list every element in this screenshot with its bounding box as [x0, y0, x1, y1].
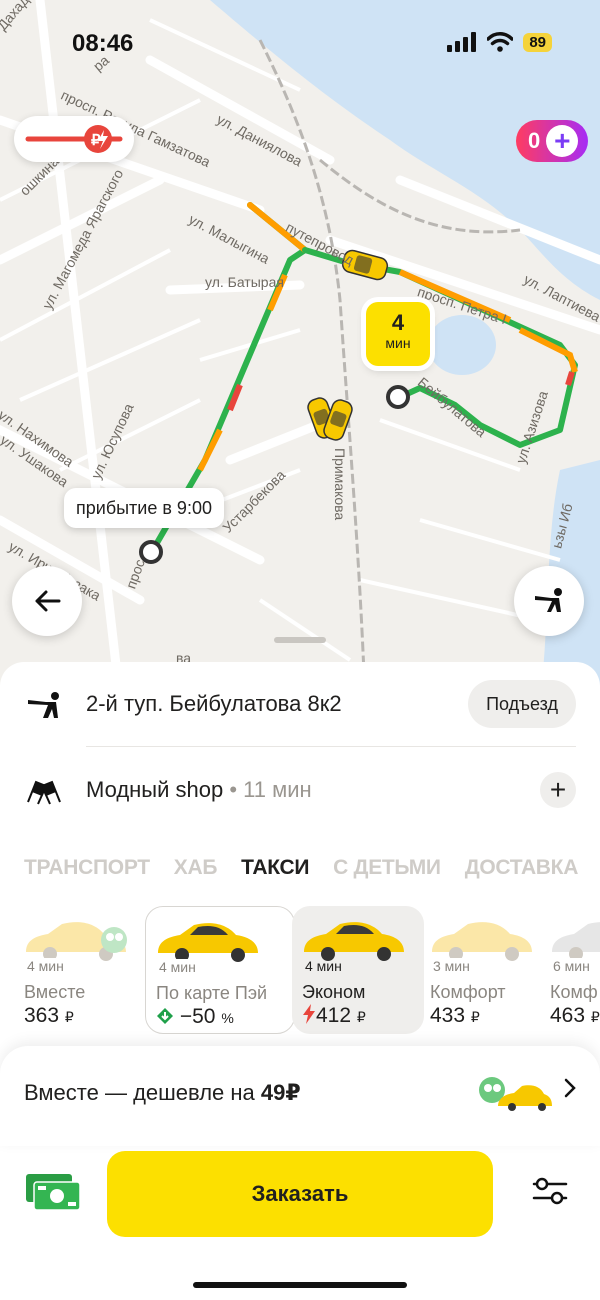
eta-bubble-value: 4: [391, 310, 405, 335]
eta-bubble-unit: мин: [385, 335, 411, 351]
shared-car-icon: [479, 1077, 552, 1111]
discount-diamond-icon: [157, 1008, 173, 1024]
back-button[interactable]: [12, 566, 82, 636]
together-banner-text: Вместе — дешевле на 49₽: [24, 1080, 301, 1105]
tariff-card-pay[interactable]: 4 мин По карте Пэй −50 %: [145, 906, 295, 1034]
tariff-eta: 6 мин: [550, 958, 593, 974]
tab-transport[interactable]: ТРАНСПОРТ: [24, 856, 150, 880]
destination-row[interactable]: Модный shop • 11 мин +: [0, 760, 600, 820]
person-waving-icon: [28, 692, 59, 718]
entrance-button[interactable]: Подъезд: [468, 680, 576, 728]
chevron-right-icon: [564, 1078, 576, 1098]
person-waving-icon: [535, 588, 562, 612]
settings-sliders-icon[interactable]: [532, 1176, 568, 1206]
tariff-name: Вместе: [24, 982, 86, 1002]
promo-count: 0: [528, 128, 541, 153]
lightning-icon: [303, 1004, 315, 1024]
finish-flags-icon: [27, 780, 61, 805]
tab-with-kids[interactable]: С ДЕТЬМИ: [333, 856, 441, 880]
tariff-card-comfort[interactable]: 3 мин Комфорт 433 ₽: [420, 906, 544, 1034]
arrow-left-icon: [35, 590, 61, 612]
divider: [86, 746, 576, 747]
street-label: ул. Батырая: [205, 274, 284, 290]
car-icon: [552, 922, 600, 961]
tariff-carousel[interactable]: 4 мин Вместе 363 ₽ 4 мин По карте Пэй −5…: [0, 906, 600, 1038]
tariff-name: Комфорт: [430, 982, 506, 1002]
order-sheet: 2-й туп. Бейбулатова 8к2 Подъезд Модный …: [0, 662, 600, 1300]
eta-bubble: 4 мин: [366, 302, 430, 366]
destination-name: Модный shop: [86, 777, 224, 802]
battery-indicator: 89: [523, 32, 552, 52]
car-icon: [158, 923, 258, 962]
tariff-price: 433 ₽: [430, 1004, 480, 1027]
tariff-card-economy[interactable]: 4 мин Эконом 412 ₽: [292, 906, 424, 1034]
tariff-price: 463 ₽: [550, 1004, 600, 1027]
tariff-price: 363 ₽: [24, 1004, 74, 1027]
ruble-fast-toggle[interactable]: ₽: [14, 116, 134, 162]
tariff-eta: 4 мин: [24, 958, 67, 974]
together-banner[interactable]: Вместе — дешевле на 49₽: [0, 1046, 600, 1146]
promo-points-button[interactable]: 0 +: [516, 120, 588, 162]
tariff-name: Комф: [550, 982, 598, 1002]
order-row: Заказать: [0, 1148, 600, 1248]
tab-taxi[interactable]: ТАКСИ: [241, 856, 309, 880]
tariff-name: Эконом: [302, 982, 366, 1002]
ruble-lightning-icon: ₽: [25, 125, 123, 153]
arrival-time-bubble: прибытие в 9:00: [64, 488, 224, 528]
home-indicator[interactable]: [193, 1282, 407, 1288]
car-icon: [304, 922, 404, 961]
plus-icon: +: [546, 125, 579, 157]
tariff-discount: −50 %: [156, 1005, 234, 1029]
tab-delivery[interactable]: ДОСТАВКА: [465, 856, 579, 880]
order-button[interactable]: Заказать: [107, 1151, 493, 1237]
status-icons: 89: [447, 32, 552, 52]
sheet-grabber[interactable]: [274, 637, 326, 643]
car-icon: [26, 922, 127, 961]
category-tabs: ТРАНСПОРТ ХАБ ТАКСИ С ДЕТЬМИ ДОСТАВКА: [24, 856, 578, 880]
add-stop-button[interactable]: +: [540, 772, 576, 808]
tariff-card-comfort-plus[interactable]: 6 мин Комф 463 ₽: [540, 906, 600, 1034]
tariff-eta: 4 мин: [305, 958, 342, 974]
car-icon: [432, 922, 532, 961]
street-label: Примакова: [332, 448, 348, 521]
map[interactable]: Дахадаев ра просп. Расула Гамзатова ул. …: [0, 0, 600, 700]
tariff-eta: 3 мин: [430, 958, 473, 974]
pickup-address-row[interactable]: 2-й туп. Бейбулатова 8к2 Подъезд: [0, 674, 600, 734]
tariff-card-together[interactable]: 4 мин Вместе 363 ₽: [14, 906, 138, 1034]
tariff-price: 412 ₽: [302, 1004, 366, 1028]
pickup-point-button[interactable]: [514, 566, 584, 636]
status-time: 08:46: [72, 30, 134, 57]
tariff-name: По карте Пэй: [156, 983, 268, 1003]
destination-eta: • 11 мин: [229, 777, 312, 802]
tab-hub[interactable]: ХАБ: [174, 856, 218, 880]
cash-icon[interactable]: [24, 1172, 82, 1212]
pickup-address: 2-й туп. Бейбулатова 8к2: [86, 691, 342, 716]
signal-icon: [447, 32, 477, 52]
destination-text: Модный shop • 11 мин: [86, 777, 312, 803]
wifi-icon: [487, 32, 514, 52]
tariff-eta: 4 мин: [156, 959, 199, 975]
